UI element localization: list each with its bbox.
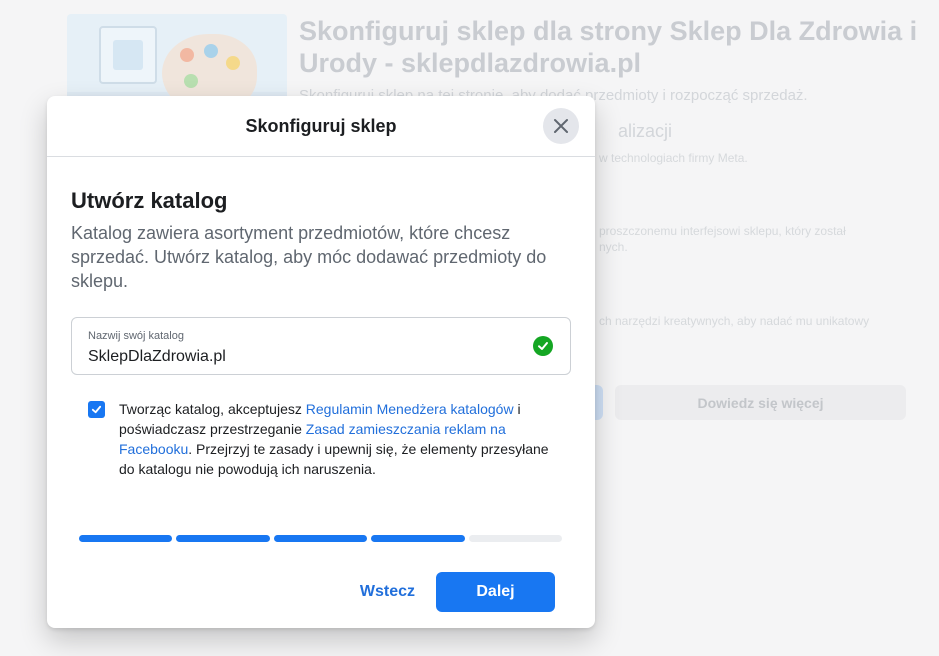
progress-segment (371, 535, 465, 542)
close-button[interactable] (543, 108, 579, 144)
background-text: ch narzędzi kreatywnych, aby nadać mu un… (599, 314, 870, 328)
catalog-name-input[interactable]: SklepDlaZdrowia.pl (88, 347, 554, 367)
catalog-name-label: Nazwij swój katalog (88, 330, 184, 342)
dialog-title: Skonfiguruj sklep (245, 115, 397, 136)
catalog-name-field[interactable]: Nazwij swój katalog SklepDlaZdrowia.pl (71, 317, 571, 375)
step-progress-bar (79, 535, 563, 542)
image-frame-icon (99, 26, 157, 84)
background-text: nych. (599, 240, 628, 254)
background-text: proszczonemu interfejsowi sklepu, który … (599, 224, 846, 238)
background-page-title: Skonfiguruj sklep dla strony Sklep Dla Z… (299, 16, 918, 78)
terms-consent: Tworząc katalog, akceptujesz Regulamin M… (71, 399, 551, 479)
dialog-body: Utwórz katalog Katalog zawiera asortymen… (47, 157, 595, 479)
learn-more-button: Dowiedz się więcej (615, 385, 906, 420)
setup-shop-dialog: Skonfiguruj sklep Utwórz katalog Katalog… (47, 96, 595, 628)
background-text: w technologiach firmy Meta. (599, 151, 748, 165)
checkbox-checked-icon (91, 405, 102, 414)
close-icon (554, 119, 568, 133)
terms-checkbox[interactable] (88, 401, 105, 418)
progress-segment (79, 535, 173, 542)
dialog-header: Skonfiguruj sklep (47, 96, 595, 157)
check-circle-icon (533, 336, 553, 356)
terms-text: Tworząc katalog, akceptujesz Regulamin M… (119, 399, 551, 479)
section-title: Utwórz katalog (71, 188, 228, 213)
catalog-manager-terms-link[interactable]: Regulamin Menedżera katalogów (306, 401, 514, 417)
section-description: Katalog zawiera asortyment przedmiotów, … (71, 223, 547, 291)
dialog-footer: Wstecz Dalej (47, 556, 595, 628)
terms-text-part: Tworząc katalog, akceptujesz (119, 401, 306, 417)
next-button[interactable]: Dalej (436, 572, 555, 612)
progress-segment (176, 535, 270, 542)
back-button[interactable]: Wstecz (359, 573, 416, 611)
progress-segment (273, 535, 368, 542)
background-feature-title: alizacji (618, 121, 673, 141)
progress-segment (468, 535, 563, 542)
